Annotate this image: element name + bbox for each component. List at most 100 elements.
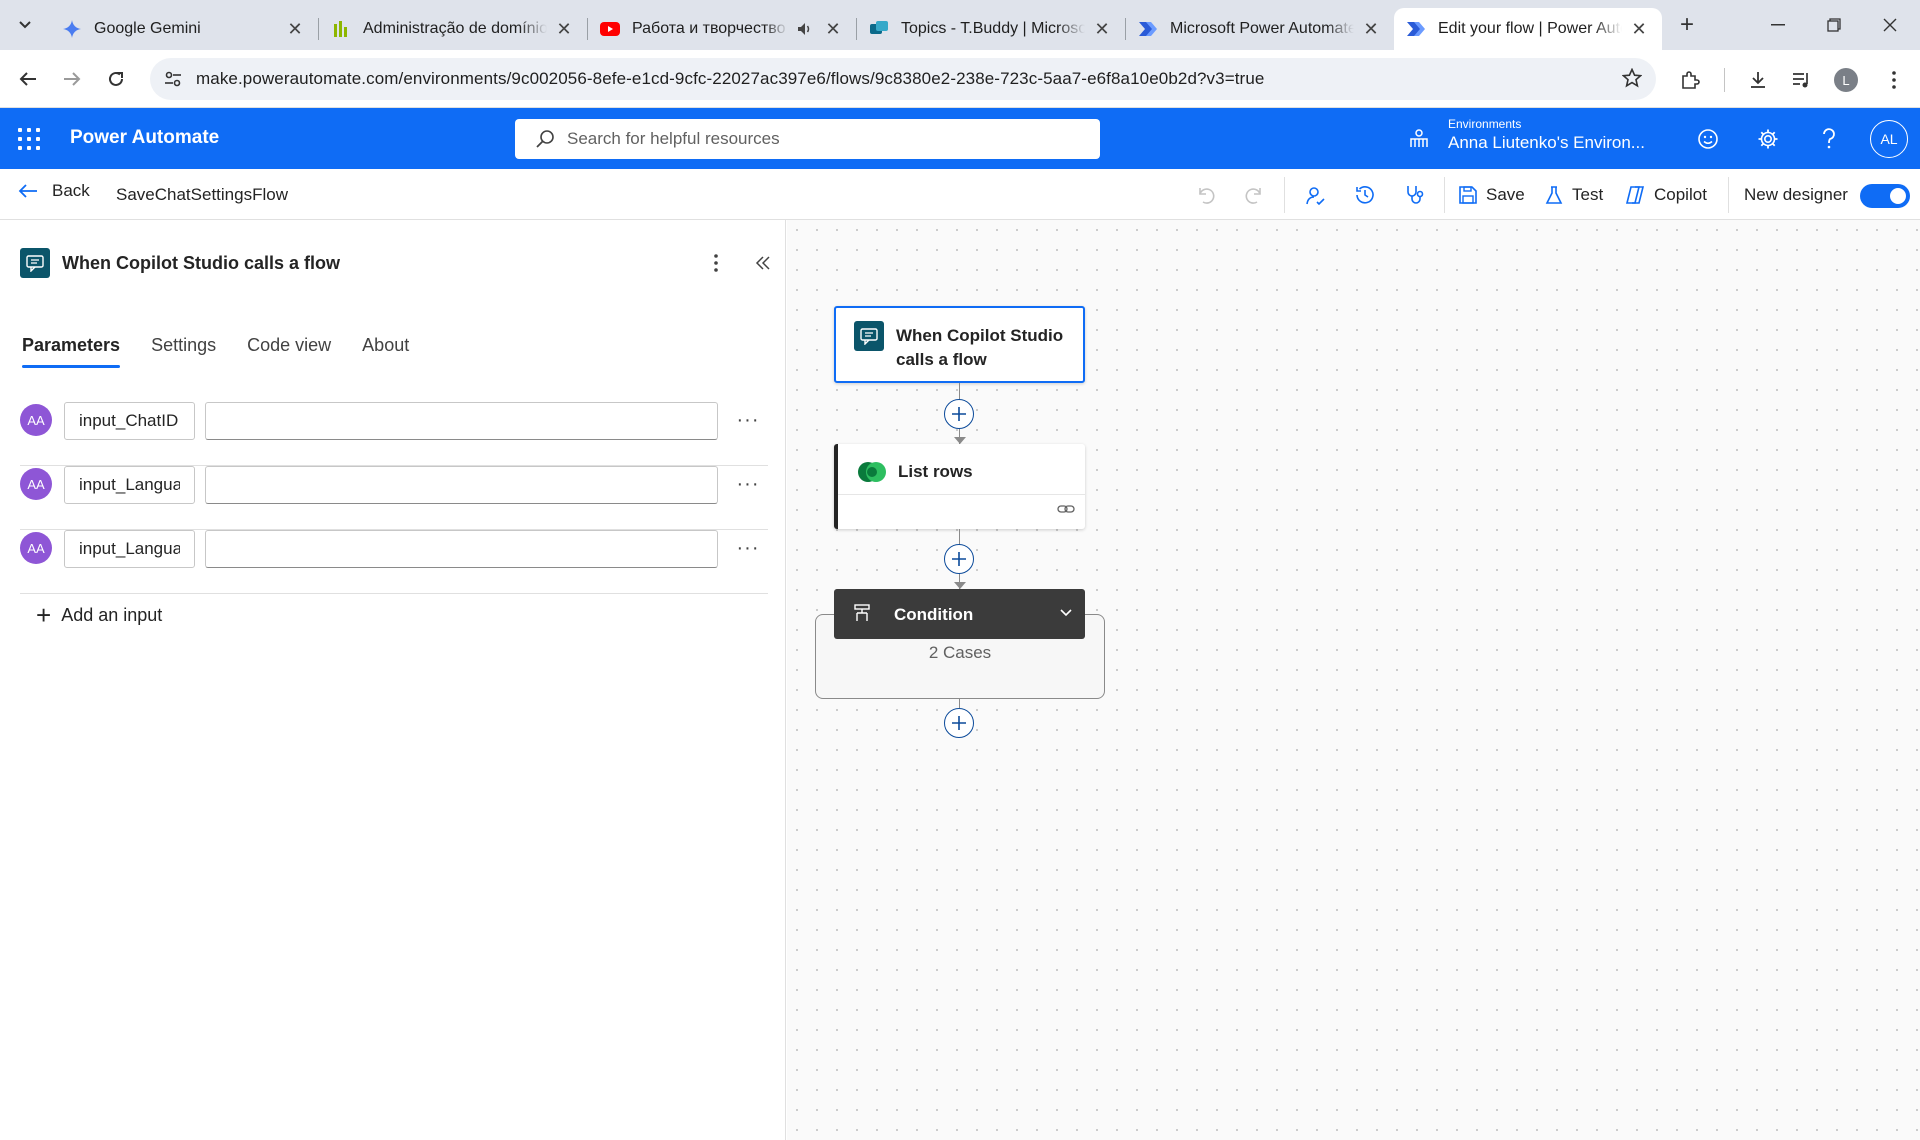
back-label: Back [52, 181, 90, 200]
browser-toolbar: make.powerautomate.com/environments/9c00… [0, 50, 1920, 108]
address-bar[interactable]: make.powerautomate.com/environments/9c00… [150, 58, 1656, 100]
parameter-more-icon[interactable]: ··· [734, 470, 762, 498]
environment-label: Environments [1448, 117, 1522, 131]
gemini-icon [62, 19, 82, 39]
insert-step-button[interactable] [944, 708, 974, 738]
insert-step-button[interactable] [944, 544, 974, 574]
copilot-studio-trigger-icon [854, 321, 884, 351]
tab-title: Administração de domínio [363, 20, 547, 37]
parameter-more-icon[interactable]: ··· [734, 534, 762, 562]
resource-search[interactable] [515, 119, 1100, 159]
browser-tab-youtube[interactable]: Работа и творчество ✕ [588, 8, 856, 50]
user-avatar[interactable]: AL [1870, 120, 1908, 158]
forward-nav-button[interactable] [52, 59, 92, 99]
parameter-value-field[interactable] [205, 530, 718, 568]
flow-name[interactable]: SaveChatSettingsFlow [116, 185, 288, 205]
app-title[interactable]: Power Automate [70, 127, 219, 149]
text-type-badge: AA [20, 404, 52, 436]
browser-tab-gemini[interactable]: Google Gemini ✕ [50, 8, 318, 50]
copilot-icon [1624, 185, 1646, 205]
close-icon[interactable]: ✕ [822, 18, 844, 40]
tab-settings[interactable]: Settings [151, 335, 216, 368]
media-control-icon[interactable] [1782, 60, 1822, 100]
flow-checker-icon[interactable] [1300, 180, 1330, 210]
more-options-icon[interactable] [706, 250, 726, 276]
search-input[interactable] [567, 129, 1067, 149]
panel-header: When Copilot Studio calls a flow [20, 248, 340, 278]
app-launcher-icon[interactable] [18, 128, 40, 150]
tab-title: Google Gemini [94, 20, 201, 37]
parameter-row: AA ··· [0, 530, 768, 594]
dataverse-icon [856, 460, 888, 484]
domain-admin-icon [331, 19, 351, 39]
link-icon [1057, 502, 1075, 520]
connector-arrow [954, 582, 966, 589]
trigger-node[interactable]: When Copilot Studio calls a flow [834, 306, 1085, 383]
parameter-more-icon[interactable]: ··· [734, 406, 762, 434]
stethoscope-icon[interactable] [1400, 180, 1430, 210]
new-tab-button[interactable]: + [1670, 8, 1704, 42]
feedback-smiley-icon[interactable] [1690, 121, 1726, 157]
environment-icon [1408, 127, 1430, 154]
back-button[interactable]: Back [18, 181, 90, 201]
restore-button[interactable] [1806, 0, 1862, 50]
undo-icon[interactable] [1190, 180, 1220, 210]
reload-button[interactable] [96, 59, 136, 99]
condition-icon [852, 603, 872, 628]
add-input-button[interactable]: + Add an input [36, 600, 162, 631]
close-window-button[interactable] [1862, 0, 1918, 50]
tab-code-view[interactable]: Code view [247, 335, 331, 368]
tab-search-button[interactable] [8, 8, 42, 42]
close-icon[interactable]: ✕ [1628, 18, 1650, 40]
browser-tab-power-automate[interactable]: Microsoft Power Automate ✕ [1126, 8, 1394, 50]
tab-parameters[interactable]: Parameters [22, 335, 121, 368]
extensions-icon[interactable] [1670, 60, 1710, 100]
save-button[interactable]: Save [1458, 180, 1525, 210]
new-designer-toggle[interactable] [1860, 184, 1910, 208]
browser-tab-copilot-studio[interactable]: Topics - T.Buddy | Microsoft ✕ [857, 8, 1125, 50]
save-icon [1458, 185, 1478, 205]
profile-avatar[interactable]: L [1826, 60, 1866, 100]
settings-gear-icon[interactable] [1750, 121, 1786, 157]
back-nav-button[interactable] [8, 59, 48, 99]
parameter-value-field[interactable] [205, 402, 718, 440]
collapse-panel-icon[interactable] [750, 250, 776, 276]
download-icon[interactable] [1738, 60, 1778, 100]
parameter-name-field[interactable] [64, 530, 195, 568]
app-header: Power Automate Environments Anna Liutenk… [0, 108, 1920, 169]
close-icon[interactable]: ✕ [1091, 18, 1113, 40]
list-rows-title: List rows [898, 462, 973, 481]
environment-name: Anna Liutenko's Environ... [1448, 133, 1645, 152]
version-history-icon[interactable] [1350, 180, 1380, 210]
speaker-icon[interactable] [794, 22, 816, 36]
close-icon[interactable]: ✕ [553, 18, 575, 40]
site-settings-icon[interactable] [164, 70, 182, 93]
browser-tab-edit-flow[interactable]: Edit your flow | Power Automate ✕ [1394, 8, 1662, 50]
parameter-name-field[interactable] [64, 466, 195, 504]
command-bar: Back SaveChatSettingsFlow Save Test Copi… [0, 169, 1920, 220]
close-icon[interactable]: ✕ [1360, 18, 1382, 40]
tab-title: Microsoft Power Automate [1170, 20, 1354, 37]
add-input-label: Add an input [61, 605, 163, 625]
url-text: make.powerautomate.com/environments/9c00… [196, 69, 1265, 88]
insert-step-button[interactable] [944, 399, 974, 429]
minimize-button[interactable] [1750, 0, 1806, 50]
parameter-name-field[interactable] [64, 402, 195, 440]
browser-menu-icon[interactable] [1874, 60, 1914, 100]
bookmark-star-icon[interactable] [1621, 67, 1643, 93]
copilot-button[interactable]: Copilot [1624, 180, 1707, 210]
test-button[interactable]: Test [1544, 180, 1603, 210]
list-rows-node[interactable]: List rows [834, 444, 1085, 529]
condition-title: Condition [894, 605, 974, 624]
condition-cases-count: 2 Cases [928, 643, 992, 662]
chevron-down-icon[interactable] [1057, 603, 1075, 626]
help-icon[interactable] [1811, 121, 1847, 157]
condition-node[interactable]: Condition [834, 589, 1085, 639]
row-divider [20, 593, 768, 594]
parameter-value-field[interactable] [205, 466, 718, 504]
close-icon[interactable]: ✕ [284, 18, 306, 40]
search-icon [535, 129, 555, 149]
tab-about[interactable]: About [362, 335, 409, 368]
browser-tab-domain-admin[interactable]: Administração de domínio ✕ [319, 8, 587, 50]
redo-icon[interactable] [1240, 180, 1270, 210]
